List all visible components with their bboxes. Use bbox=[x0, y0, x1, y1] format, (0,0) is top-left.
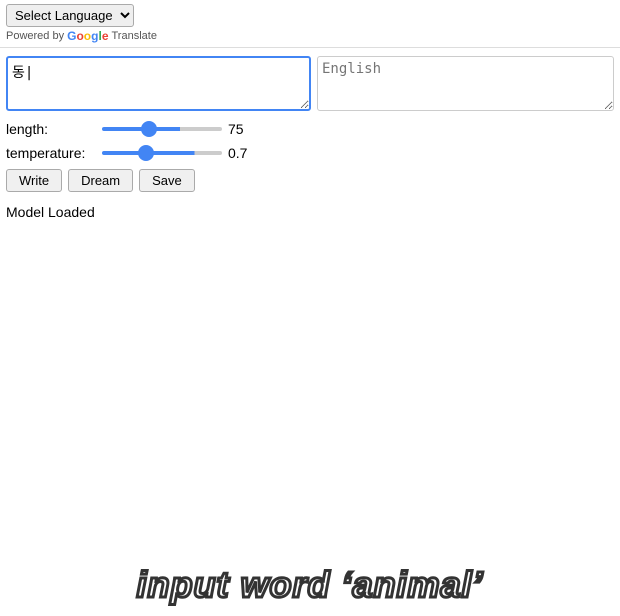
length-label: length: bbox=[6, 121, 96, 137]
temperature-value: 0.7 bbox=[228, 145, 258, 161]
length-slider-row: length: 75 bbox=[6, 121, 614, 137]
length-value: 75 bbox=[228, 121, 258, 137]
output-textarea[interactable] bbox=[317, 56, 614, 111]
temperature-slider[interactable] bbox=[102, 151, 222, 155]
status-text: Model Loaded bbox=[6, 204, 614, 220]
buttons-row: Write Dream Save bbox=[6, 169, 614, 192]
translate-bar: Select Language English Spanish French G… bbox=[0, 0, 620, 48]
temperature-label: temperature: bbox=[6, 145, 96, 161]
save-button[interactable]: Save bbox=[139, 169, 195, 192]
powered-by-prefix: Powered by bbox=[6, 30, 64, 42]
temperature-slider-row: temperature: 0.7 bbox=[6, 145, 614, 161]
main-content: 동| length: 75 temperature: 0.7 Write Dre… bbox=[0, 48, 620, 236]
watermark-text: input word ‘animal’ bbox=[136, 564, 483, 606]
write-button[interactable]: Write bbox=[6, 169, 62, 192]
language-select[interactable]: Select Language English Spanish French G… bbox=[6, 4, 134, 27]
google-logo: Google bbox=[67, 29, 108, 43]
length-slider[interactable] bbox=[102, 127, 222, 131]
translate-label: Translate bbox=[112, 30, 157, 42]
textareas-row: 동| bbox=[6, 56, 614, 111]
powered-by: Powered by Google Translate bbox=[6, 29, 614, 43]
input-textarea[interactable]: 동| bbox=[6, 56, 311, 111]
dream-button[interactable]: Dream bbox=[68, 169, 133, 192]
